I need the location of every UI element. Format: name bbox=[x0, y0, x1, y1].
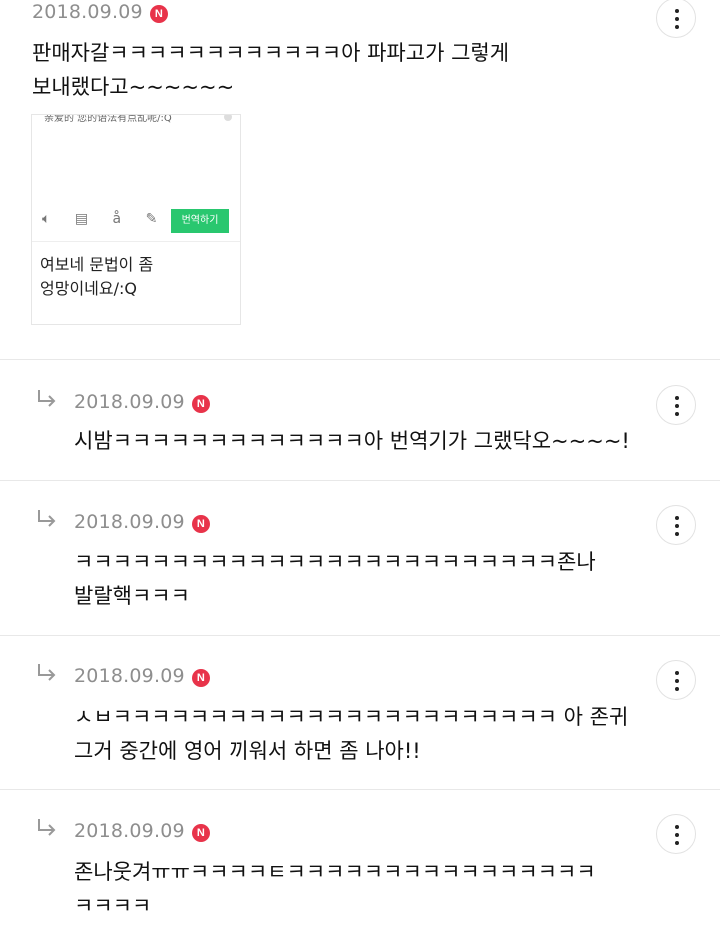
translated-text-line: 여보네 문법이 좀 bbox=[40, 255, 154, 274]
reply-meta: 2018.09.09 N bbox=[74, 665, 210, 687]
translate-button[interactable]: 번역하기 bbox=[171, 209, 229, 233]
comment-body: 판매자갈ㅋㅋㅋㅋㅋㅋㅋㅋㅋㅋㅋㅋ아 파파고가 그렇게 보내랬다고~~~~~~ bbox=[32, 36, 652, 104]
comment-text-line: 보내랬다고~~~~~~ bbox=[32, 75, 235, 99]
translated-text-line: 엉망이네요/:Q bbox=[40, 279, 137, 298]
reply-text-line: 존나웃겨ㅠㅠㅋㅋㅋㅋㅌㅋㅋㅋㅋㅋㅋㅋㅋㅋㅋㅋㅋㅋㅋㅋㅋ bbox=[74, 860, 596, 884]
translator-tool-icons: 🔈︎ ▤ å ✎ bbox=[42, 211, 167, 227]
reply-date: 2018.09.09 bbox=[74, 665, 185, 687]
reply-text-line: 발랄핵ㅋㅋㅋ bbox=[74, 584, 190, 608]
more-options-button[interactable] bbox=[656, 505, 696, 545]
reply-date: 2018.09.09 bbox=[74, 511, 185, 533]
reply-text-line: 시밤ㅋㅋㅋㅋㅋㅋㅋㅋㅋㅋㅋㅋㅋ아 번역기가 그랬닥오~~~~! bbox=[74, 429, 630, 453]
new-badge: N bbox=[191, 823, 210, 842]
new-badge: N bbox=[191, 514, 210, 533]
comment-meta: 2018.09.09 N bbox=[32, 1, 168, 23]
comment-date: 2018.09.09 bbox=[32, 1, 143, 23]
reply-arrow-icon bbox=[38, 819, 56, 836]
new-badge: N bbox=[149, 4, 168, 23]
more-options-button[interactable] bbox=[656, 814, 696, 854]
reply-arrow-icon bbox=[38, 510, 56, 527]
reply-body: 존나웃겨ㅠㅠㅋㅋㅋㅋㅌㅋㅋㅋㅋㅋㅋㅋㅋㅋㅋㅋㅋㅋㅋㅋㅋ ㅋㅋㅋㅋ bbox=[74, 855, 674, 923]
reply-body: ㅋㅋㅋㅋㅋㅋㅋㅋㅋㅋㅋㅋㅋㅋㅋㅋㅋㅋㅋㅋㅋㅋㅋㅋㅋ존나 발랄핵ㅋㅋㅋ bbox=[74, 545, 674, 613]
reply-meta: 2018.09.09 N bbox=[74, 391, 210, 413]
divider bbox=[0, 480, 720, 481]
new-badge: N bbox=[191, 668, 210, 687]
translated-text: 여보네 문법이 좀 엉망이네요/:Q bbox=[40, 253, 153, 301]
translation-screenshot-card[interactable]: 亲爱的 您的语法有点乱呢/:Q 🔈︎ ▤ å ✎ 번역하기 여보네 문법이 좀 … bbox=[31, 114, 241, 325]
comment-text-line: 판매자갈ㅋㅋㅋㅋㅋㅋㅋㅋㅋㅋㅋㅋ아 파파고가 그렇게 bbox=[32, 41, 510, 65]
source-text-snippet: 亲爱的 您的语法有点乱呢/:Q bbox=[44, 114, 172, 124]
reply-text-line: ㅋㅋㅋㅋ bbox=[74, 894, 152, 918]
reply-arrow-icon bbox=[38, 390, 56, 407]
more-options-button[interactable] bbox=[656, 0, 696, 38]
divider bbox=[0, 789, 720, 790]
reply-meta: 2018.09.09 N bbox=[74, 511, 210, 533]
more-options-button[interactable] bbox=[656, 660, 696, 700]
reply-arrow-icon bbox=[38, 664, 56, 681]
clear-icon bbox=[224, 115, 232, 121]
reply-date: 2018.09.09 bbox=[74, 820, 185, 842]
speaker-icon: 🔈︎ bbox=[42, 211, 61, 227]
reply-body: 시밤ㅋㅋㅋㅋㅋㅋㅋㅋㅋㅋㅋㅋㅋ아 번역기가 그랬닥오~~~~! bbox=[74, 424, 674, 458]
reply-text-line: 그거 중간에 영어 끼워서 하면 좀 나아!! bbox=[74, 739, 421, 763]
translation-preview: 亲爱的 您的语法有点乱呢/:Q 🔈︎ ▤ å ✎ 번역하기 bbox=[32, 115, 240, 242]
hanja-icon: å bbox=[112, 211, 132, 227]
new-badge: N bbox=[191, 394, 210, 413]
reply-body: ㅅㅂㅋㅋㅋㅋㅋㅋㅋㅋㅋㅋㅋㅋㅋㅋㅋㅋㅋㅋㅋㅋㅋㅋㅋ 아 존귀 그거 중간에 영어… bbox=[74, 700, 674, 768]
reply-text-line: ㅋㅋㅋㅋㅋㅋㅋㅋㅋㅋㅋㅋㅋㅋㅋㅋㅋㅋㅋㅋㅋㅋㅋㅋㅋ존나 bbox=[74, 550, 596, 574]
reply-meta: 2018.09.09 N bbox=[74, 820, 210, 842]
divider bbox=[0, 359, 720, 360]
more-options-button[interactable] bbox=[656, 385, 696, 425]
reply-date: 2018.09.09 bbox=[74, 391, 185, 413]
divider bbox=[0, 635, 720, 636]
reply-text-line: ㅅㅂㅋㅋㅋㅋㅋㅋㅋㅋㅋㅋㅋㅋㅋㅋㅋㅋㅋㅋㅋㅋㅋㅋㅋ 아 존귀 bbox=[74, 705, 629, 729]
book-icon: ▤ bbox=[74, 211, 99, 227]
handwriting-icon: ✎ bbox=[145, 211, 168, 227]
